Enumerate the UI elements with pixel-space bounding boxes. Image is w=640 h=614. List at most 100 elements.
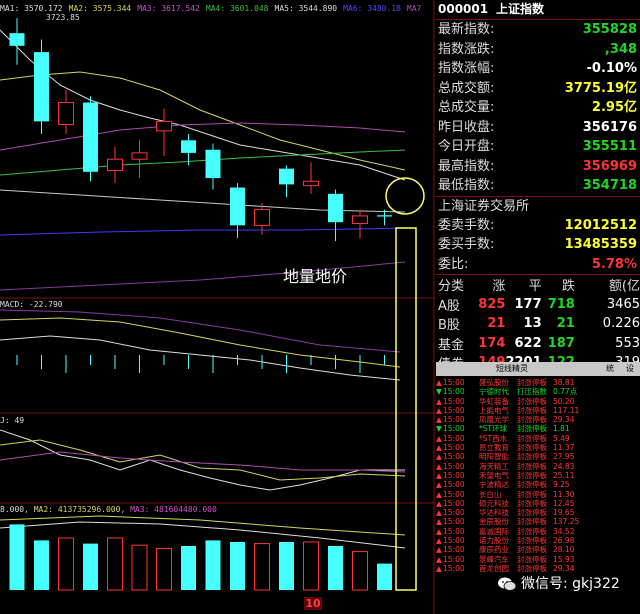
alert-item[interactable]: ▲ 15:00 *ST西水 封涨停板 5.49 <box>436 434 640 443</box>
candle-down <box>181 140 196 153</box>
alert-type: 封涨停板 <box>517 470 547 480</box>
volume-bar <box>156 547 172 591</box>
alert-val: 19.65 <box>553 508 575 518</box>
alert-val: 27.95 <box>553 452 575 462</box>
header-amount: 额(亿 <box>608 279 640 295</box>
alert-item[interactable]: ▲ 15:00 诺力股份 封涨停板 26.98 <box>436 536 640 545</box>
alert-item[interactable]: ▲ 15:00 海天精工 封涨停板 24.83 <box>436 462 640 471</box>
volume-bar <box>58 537 74 591</box>
index-code: 000001 <box>438 2 489 16</box>
down-arrow-icon: ▼ <box>436 424 442 434</box>
tab-stats[interactable]: 统 <box>606 363 614 374</box>
alert-name: 宁波精达 <box>479 480 509 490</box>
quote-row: 委比: 5.78% <box>436 255 640 275</box>
volume-bar <box>181 546 196 590</box>
alert-name: 长白山 <box>479 489 502 499</box>
up-arrow-icon: ▲ <box>436 415 442 425</box>
quote-value: 5.78% <box>591 256 637 272</box>
candle-down <box>377 215 392 217</box>
alert-time: 15:00 <box>443 545 465 555</box>
stats-cat: A股 <box>438 298 460 314</box>
alert-item[interactable]: ▲ 15:00 盛弘股份 封涨停板 38.81 <box>436 378 640 387</box>
exchange-name: 上海证券交易所 <box>438 198 530 214</box>
alert-time: 15:00 <box>443 415 465 425</box>
alert-item[interactable]: ▲ 15:00 嘉诚国际 封涨停板 34.52 <box>436 527 640 536</box>
alert-val: 117.11 <box>553 405 580 415</box>
stats-cat: B股 <box>438 318 460 334</box>
tab-settings[interactable]: 设 <box>626 363 634 374</box>
alert-val: 12.45 <box>553 498 575 508</box>
alert-item[interactable]: ▲ 15:00 康辰药业 封涨停板 28.10 <box>436 545 640 554</box>
ma-legend: MA1: 3570.172 MA2: 3575.344 MA3: 3617.542 M… <box>0 4 427 13</box>
ma4-value: MA4: 3601.048 <box>205 4 269 13</box>
alert-list: ▲ 15:00 盛弘股份 封涨停板 38.81 ▼ 15:00 宁德时代 打压指数 0.77点 ▲ 1… <box>436 378 640 573</box>
quote-value: -0.10% <box>586 61 638 76</box>
ma3-value: MA3: 3617.542 <box>137 4 200 13</box>
quote-value: 355828 <box>582 22 637 37</box>
alert-item[interactable]: ▲ 15:00 禾望电气 封涨停板 25.11 <box>436 471 640 480</box>
quote-row: 最新指数: 355828 <box>436 20 640 40</box>
candle-down <box>9 33 25 46</box>
up-arrow-icon: ▲ <box>436 461 442 471</box>
candle-down <box>34 52 49 122</box>
candle-down <box>279 168 294 185</box>
alert-val: 25.11 <box>553 470 575 480</box>
kline-chart[interactable] <box>0 0 436 614</box>
alert-item[interactable]: ▲ 15:00 华虹装备 封涨停板 50.20 <box>436 397 640 406</box>
ma6-value: MA6: 3480.18 <box>343 4 401 13</box>
quote-row: 最高指数: 356969 <box>436 157 640 177</box>
stats-row: A股 825 177 718 3465 <box>438 295 640 315</box>
quote-label: 委卖手数: <box>438 217 495 233</box>
stats-down: 187 <box>547 335 575 351</box>
tab-short-term-sprite[interactable]: 短线精灵 <box>496 363 528 374</box>
vol-ma3-value: MA3: 481604480.000 <box>130 505 217 514</box>
stats-up: 174 <box>478 335 506 351</box>
alert-name: 金辰股份 <box>479 517 509 527</box>
alert-time: 15:00 <box>443 480 465 490</box>
quote-label: 总成交额: <box>438 80 495 96</box>
alert-item[interactable]: ▼ 15:00 *ST环球 封涨停板 1.81 <box>436 424 640 433</box>
alert-type: 封涨停板 <box>517 433 547 443</box>
alert-item[interactable]: ▲ 15:00 明阳智能 封涨停板 27.95 <box>436 452 640 461</box>
alert-name: 华虹装备 <box>479 396 509 406</box>
up-arrow-icon: ▲ <box>436 405 442 415</box>
volume-bar <box>303 541 319 591</box>
quote-row: 指数涨幅: -0.10% <box>436 59 640 79</box>
candle-down <box>230 187 245 226</box>
up-arrow-icon: ▲ <box>436 563 442 573</box>
alert-type: 封涨停板 <box>517 405 547 415</box>
alert-item[interactable]: ▼ 15:00 宁德时代 打压指数 0.77点 <box>436 387 640 396</box>
quote-value: 3775.19亿 <box>564 80 637 96</box>
alert-item[interactable]: ▲ 15:00 宁波精达 封涨停板 9.25 <box>436 480 640 489</box>
alert-item[interactable]: ▲ 15:00 金辰股份 封涨停板 137.25 <box>436 517 640 526</box>
alert-item[interactable]: ▲ 15:00 硕元科技 封涨停板 12.45 <box>436 499 640 508</box>
alert-item[interactable]: ▲ 15:00 景峰汽车 封涨停板 15.93 <box>436 555 640 564</box>
alert-item[interactable]: ▲ 15:00 昂立教育 封涨停板 11.37 <box>436 443 640 452</box>
alert-type: 封涨停板 <box>517 526 547 536</box>
up-arrow-icon: ▲ <box>436 378 442 387</box>
stats-amt: 3465 <box>606 296 640 312</box>
volume-bar <box>279 542 294 590</box>
market-stats-table: 分类 涨 平 跌 额(亿 A股 825 177 718 3465 B股 21 13 21 0.22… <box>438 275 640 373</box>
quote-label: 委比: <box>438 256 469 272</box>
volume-bar <box>131 544 148 591</box>
quote-value: 356969 <box>582 158 637 174</box>
alert-val: 1.81 <box>553 424 570 434</box>
up-arrow-icon: ▲ <box>436 545 442 555</box>
alert-item[interactable]: ▲ 15:00 上能电气 封涨停板 117.11 <box>436 406 640 415</box>
candle-up <box>156 120 172 132</box>
quote-label: 最高指数: <box>438 158 495 174</box>
alert-time: 15:00 <box>443 387 465 397</box>
up-arrow-icon: ▲ <box>436 452 442 462</box>
alert-val: 28.10 <box>553 545 575 555</box>
quote-row: 昨日收盘: 356176 <box>436 118 640 138</box>
alert-type: 封涨停板 <box>517 545 547 555</box>
volume-bar <box>352 551 368 591</box>
alert-time: 15:00 <box>443 508 465 518</box>
alert-item[interactable]: ▲ 15:00 长白山 封涨停板 11.30 <box>436 490 640 499</box>
stats-row: B股 21 13 21 0.226 <box>438 314 640 334</box>
annotation-text: 地量地价 <box>283 267 348 286</box>
up-arrow-icon: ▲ <box>436 536 442 546</box>
stats-up: 21 <box>487 316 506 332</box>
watermark-text: 微信号: gkj322 <box>521 576 620 592</box>
